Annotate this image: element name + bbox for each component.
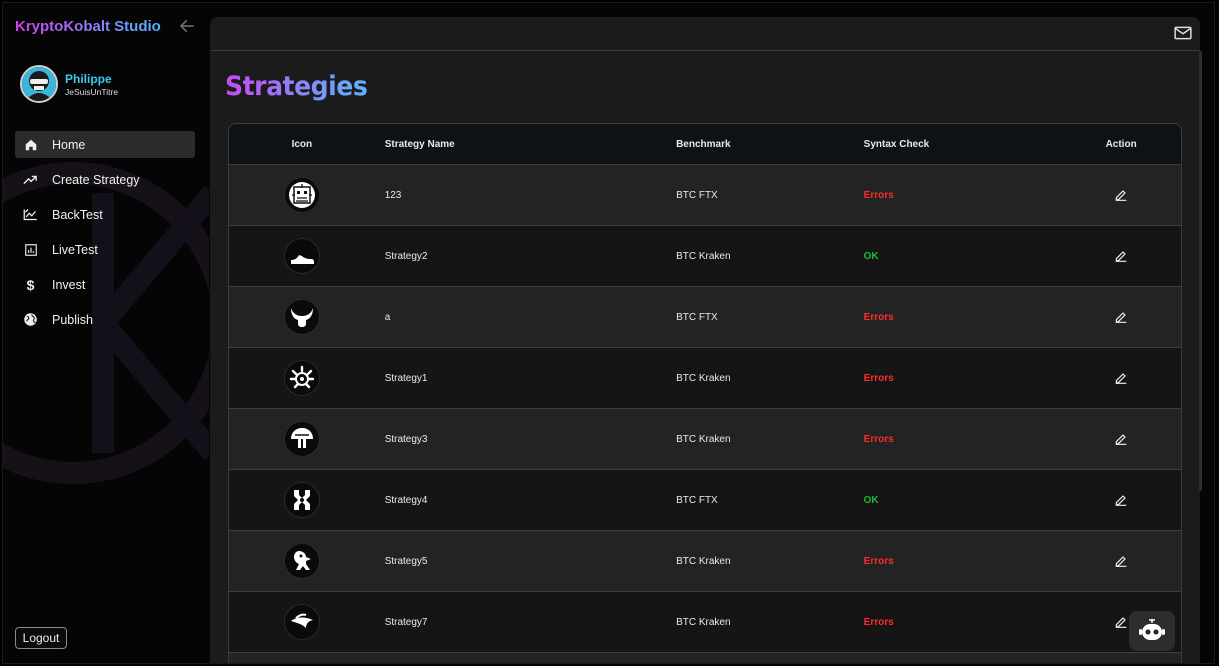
sidebar-item-home[interactable]: Home <box>15 131 195 158</box>
sidebar-item-label: Publish <box>52 312 93 327</box>
strategy-icon <box>284 663 320 664</box>
sidebar-item-label: Create Strategy <box>52 172 140 187</box>
user-profile[interactable]: Philippe JeSuisUnTitre <box>20 65 118 103</box>
table-row: Strategy7 BTC Kraken Errors <box>229 591 1181 652</box>
table-row: Strategy1 BTC Kraken Errors <box>229 347 1181 408</box>
sun-turtle-icon <box>283 360 320 396</box>
edit-icon[interactable] <box>1113 187 1129 203</box>
syntax-status: Errors <box>863 433 894 445</box>
benchmark: BTC Kraken <box>676 555 731 567</box>
table-row: Strategy2 BTC Kraken OK <box>229 225 1181 286</box>
table-row: a BTC FTX Errors <box>229 286 1181 347</box>
edit-icon[interactable] <box>1113 309 1129 325</box>
benchmark: BTC Kraken <box>676 433 731 445</box>
syntax-status: OK <box>863 494 879 506</box>
edit-icon[interactable] <box>1113 431 1129 447</box>
user-handle: JeSuisUnTitre <box>65 86 119 97</box>
strategy-name: Strategy2 <box>384 250 428 262</box>
backtest-chart-icon <box>23 207 38 222</box>
sidebar-item-label: BackTest <box>52 207 103 222</box>
benchmark: BTC Kraken <box>676 250 731 262</box>
top-bar <box>210 17 1200 51</box>
mushroom-icon <box>283 421 320 457</box>
sidebar-item-label: Invest <box>52 277 86 292</box>
syntax-status: Errors <box>863 189 894 201</box>
strategy-name: 123 <box>384 189 402 201</box>
trending-up-icon <box>23 172 38 187</box>
strategy-name: Strategy7 <box>384 616 428 628</box>
eagle-icon <box>283 543 320 579</box>
bar-chart-icon <box>23 242 38 257</box>
home-icon <box>23 137 38 152</box>
header-benchmark: Benchmark <box>676 138 731 150</box>
brand-title: KryptoKobalt Studio <box>15 18 161 35</box>
logout-button[interactable]: Logout <box>15 627 67 649</box>
horned-skull-icon <box>283 299 320 335</box>
benchmark: BTC FTX <box>676 311 718 323</box>
strategy-name: Strategy4 <box>384 494 428 506</box>
sidebar-item-backtest[interactable]: BackTest <box>15 201 195 228</box>
strategy-name: Strategy1 <box>384 372 428 384</box>
aztec-mask-icon <box>283 177 320 213</box>
table-header: Icon Strategy Name Benchmark Syntax Chec… <box>229 124 1181 164</box>
chat-assistant-button[interactable] <box>1129 611 1175 651</box>
hacker-avatar-icon <box>22 67 56 101</box>
header-syntax-check: Syntax Check <box>863 138 930 150</box>
strategy-name: Strategy5 <box>384 555 428 567</box>
header-strategy-name: Strategy Name <box>384 138 455 150</box>
syntax-status: Errors <box>863 311 894 323</box>
mail-icon[interactable] <box>1174 26 1192 40</box>
benchmark: BTC FTX <box>676 189 718 201</box>
sidebar-item-publish[interactable]: Publish <box>15 306 195 333</box>
edit-icon[interactable] <box>1113 370 1129 386</box>
table-row: Strategy5 BTC Kraken Errors <box>229 530 1181 591</box>
avatar <box>20 65 58 103</box>
sidebar: KryptoKobalt Studio Philippe JeSuisUnTit… <box>3 3 209 663</box>
page-title: Strategies <box>225 71 368 102</box>
tribal-glyph-icon <box>283 482 320 518</box>
sidebar-item-label: Home <box>52 137 86 152</box>
table-row: Strategy3 BTC Kraken Errors <box>229 408 1181 469</box>
syntax-status: Errors <box>863 616 894 628</box>
collapse-sidebar-arrow-icon[interactable] <box>178 17 196 35</box>
fish-swoosh-icon <box>283 604 320 640</box>
benchmark: BTC Kraken <box>676 372 731 384</box>
sidebar-item-create-strategy[interactable]: Create Strategy <box>15 166 195 193</box>
globe-icon <box>23 312 38 327</box>
sidebar-item-livetest[interactable]: LiveTest <box>15 236 195 263</box>
app-window: KryptoKobalt Studio Philippe JeSuisUnTit… <box>2 2 1215 664</box>
syntax-status: OK <box>863 250 879 262</box>
user-name: Philippe <box>65 71 112 86</box>
dollar-icon: $ <box>26 276 35 293</box>
sidebar-item-label: LiveTest <box>52 242 98 257</box>
table-row: Strategy4 BTC FTX OK <box>229 469 1181 530</box>
main-panel: Strategies Icon Strategy Name Benchmark … <box>210 17 1200 664</box>
strategies-table: Icon Strategy Name Benchmark Syntax Chec… <box>228 123 1182 664</box>
header-action: Action <box>1105 138 1137 150</box>
table-row <box>229 652 1181 664</box>
benchmark: BTC FTX <box>676 494 718 506</box>
sneaker-icon <box>283 238 320 274</box>
sidebar-item-invest[interactable]: $ Invest <box>15 271 195 298</box>
scrollbar[interactable] <box>1199 51 1202 491</box>
edit-icon[interactable] <box>1113 492 1129 508</box>
syntax-status: Errors <box>863 372 894 384</box>
edit-icon[interactable] <box>1113 553 1129 569</box>
strategy-name: a <box>384 311 391 323</box>
strategy-name: Strategy3 <box>384 433 428 445</box>
syntax-status: Errors <box>863 555 894 567</box>
edit-icon[interactable] <box>1113 614 1129 630</box>
header-icon: Icon <box>291 138 313 150</box>
benchmark: BTC Kraken <box>676 616 731 628</box>
table-row: 123 BTC FTX Errors <box>229 164 1181 225</box>
edit-icon[interactable] <box>1113 248 1129 264</box>
robot-icon <box>1139 619 1165 640</box>
sidebar-nav: Home Create Strategy BackTest LiveTest $… <box>15 131 195 341</box>
